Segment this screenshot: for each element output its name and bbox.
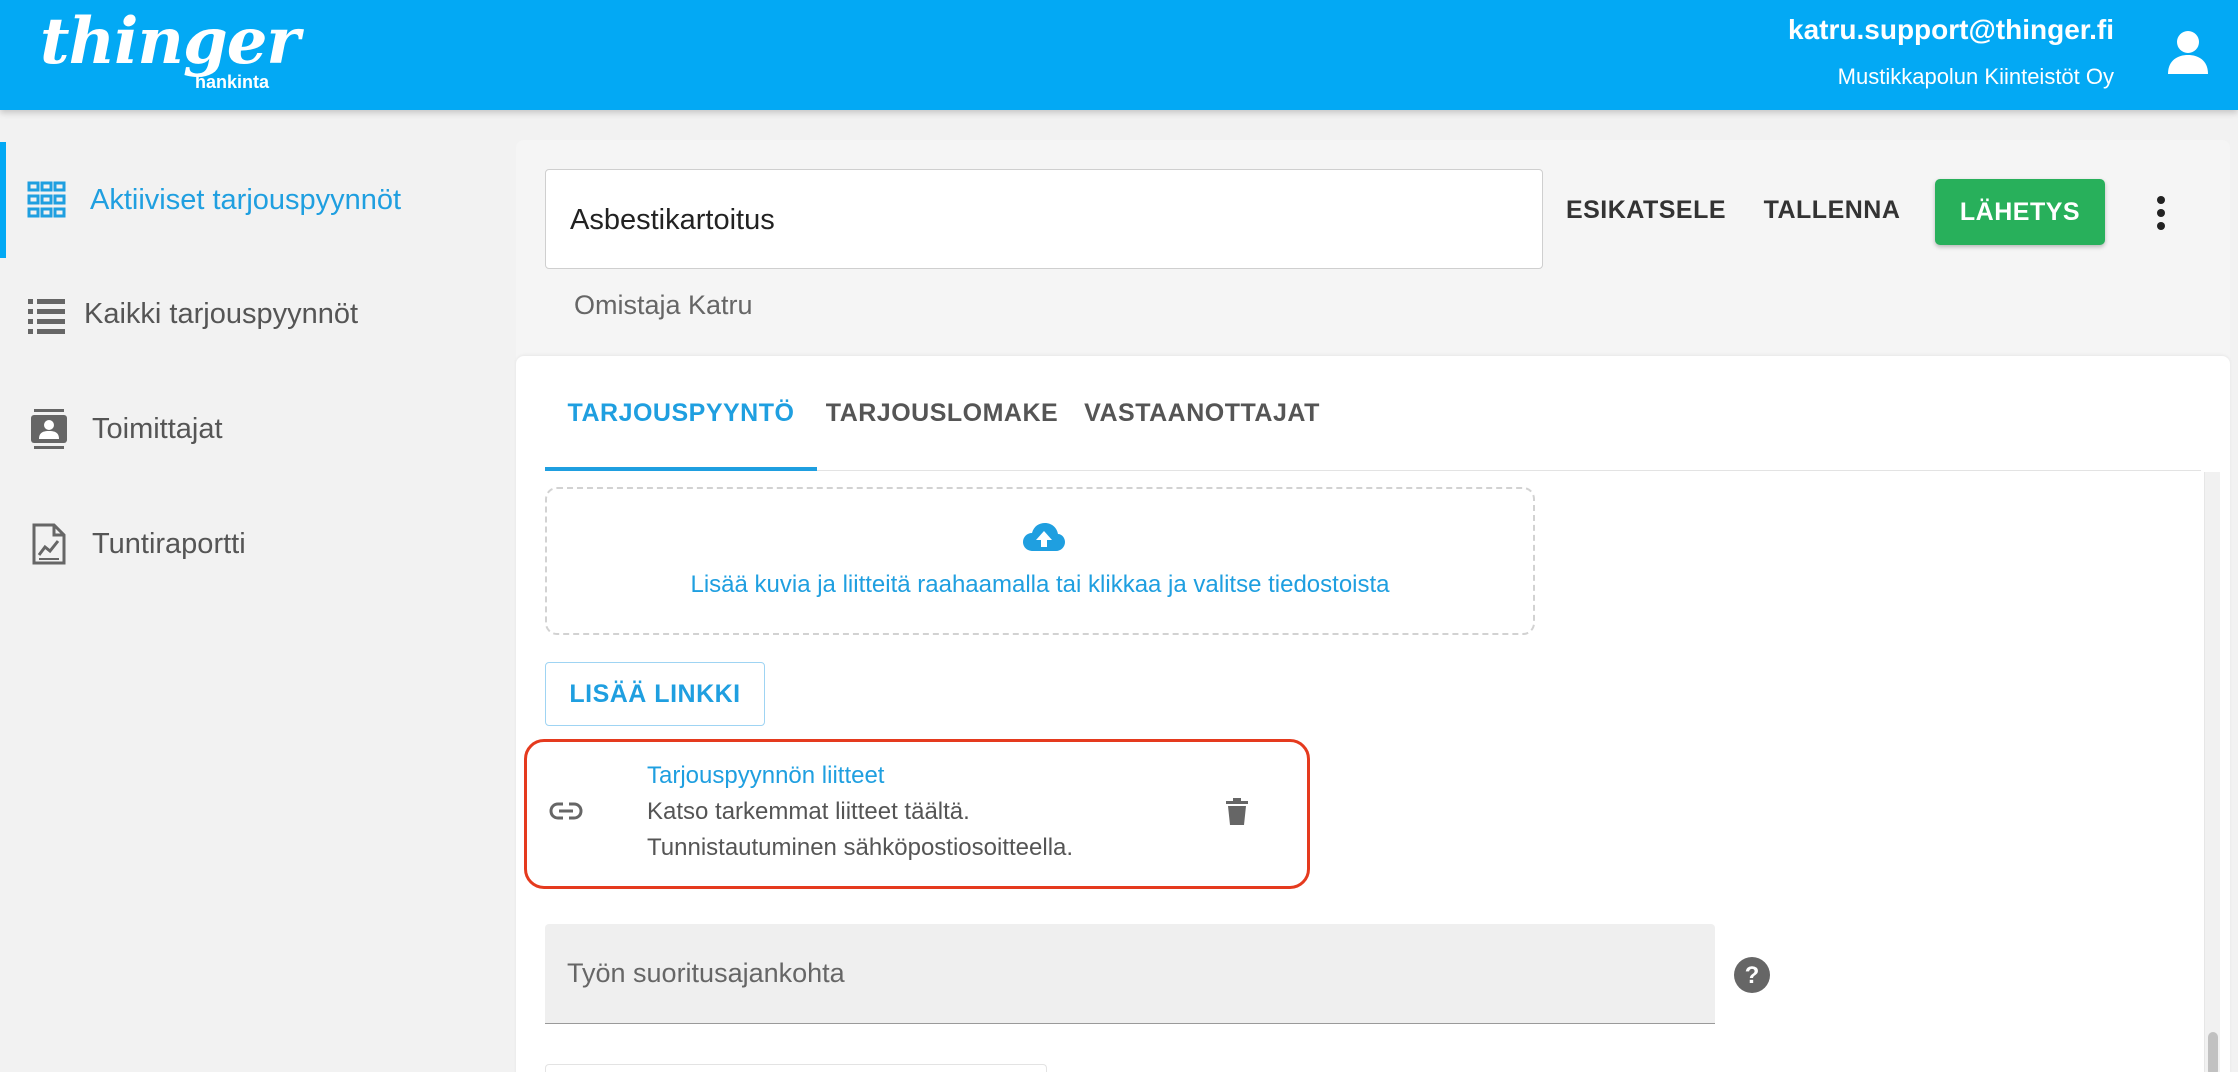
user-email: katru.support@thinger.fi	[1788, 14, 2114, 45]
tab-recipients[interactable]: VASTAANOTTAJAT	[1067, 356, 1337, 471]
tab-quote-form[interactable]: TARJOUSLOMAKE	[817, 356, 1067, 471]
sidebar-item-suppliers[interactable]: Toimittajat	[0, 371, 515, 487]
contact-card-icon	[31, 409, 67, 449]
file-dropzone[interactable]: Lisää kuvia ja liitteitä raahaamalla tai…	[545, 487, 1535, 635]
grid-icon	[27, 181, 66, 218]
work-time-field[interactable]: Työn suoritusajankohta	[545, 924, 1715, 1024]
active-tab-indicator	[545, 467, 817, 471]
logo-wordmark: thinger	[40, 4, 300, 79]
scrollbar-thumb[interactable]	[2208, 1032, 2218, 1072]
sidebar-item-label: Tuntiraportti	[92, 527, 246, 560]
attachment-link-title[interactable]: Tarjouspyynnön liitteet	[647, 762, 884, 790]
more-vert-icon[interactable]	[2146, 192, 2176, 234]
list-icon	[28, 299, 65, 334]
next-field-edge	[545, 1064, 1047, 1072]
sidebar-item-label: Kaikki tarjouspyynnöt	[84, 297, 359, 330]
add-link-button[interactable]: LISÄÄ LINKKI	[545, 662, 765, 726]
sidebar-nav: Aktiiviset tarjouspyynnöt Kaikki tarjous…	[0, 110, 515, 1072]
request-title-value[interactable]: Asbestikartoitus	[570, 204, 775, 237]
cloud-upload-icon	[1023, 523, 1065, 551]
trash-icon[interactable]	[1225, 798, 1249, 826]
link-icon	[549, 802, 583, 820]
organization-name: Mustikkapolun Kiinteistöt Oy	[1837, 64, 2114, 89]
sidebar-item-label: Toimittajat	[92, 412, 223, 445]
dropzone-text: Lisää kuvia ja liitteitä raahaamalla tai…	[690, 571, 1390, 598]
logo-subtitle: hankinta	[195, 72, 270, 92]
attachment-link-item: Tarjouspyynnön liitteet Katso tarkemmat …	[524, 739, 1310, 889]
sidebar-item-hour-report[interactable]: Tuntiraportti	[0, 486, 515, 602]
app-header: thinger hankinta katru.support@thinger.f…	[0, 0, 2238, 110]
sidebar-item-all-requests[interactable]: Kaikki tarjouspyynnöt	[0, 256, 515, 372]
tab-bar: TARJOUSPYYNTÖ TARJOUSLOMAKE VASTAANOTTAJ…	[545, 356, 2201, 471]
help-icon[interactable]: ?	[1733, 956, 1771, 994]
attachment-description-line: Katso tarkemmat liitteet täältä.	[647, 798, 970, 825]
attachment-description-line: Tunnistautuminen sähköpostiosoitteella.	[647, 834, 1074, 861]
thinger-logo[interactable]: thinger hankinta	[40, 4, 300, 93]
request-content-card: TARJOUSPYYNTÖ TARJOUSLOMAKE VASTAANOTTAJ…	[516, 356, 2230, 1072]
sidebar-item-label: Aktiiviset tarjouspyynnöt	[90, 183, 402, 216]
request-editor: Asbestikartoitus Omistaja Katru ESIKATSE…	[516, 140, 2230, 1072]
user-avatar-icon[interactable]	[2166, 28, 2210, 76]
content-scrollbar[interactable]	[2204, 472, 2220, 1072]
save-button[interactable]: TALLENNA	[1752, 182, 1912, 238]
sidebar-item-active-requests[interactable]: Aktiiviset tarjouspyynnöt	[0, 142, 515, 258]
report-chart-icon	[32, 523, 66, 565]
tab-request[interactable]: TARJOUSPYYNTÖ	[545, 356, 817, 471]
request-title-input[interactable]: Asbestikartoitus	[545, 169, 1543, 269]
send-button[interactable]: LÄHETYS	[1935, 179, 2105, 245]
svg-text:?: ?	[1745, 962, 1760, 989]
preview-button[interactable]: ESIKATSELE	[1556, 182, 1736, 238]
work-time-label: Työn suoritusajankohta	[567, 958, 845, 988]
owner-label: Omistaja Katru	[574, 290, 753, 320]
